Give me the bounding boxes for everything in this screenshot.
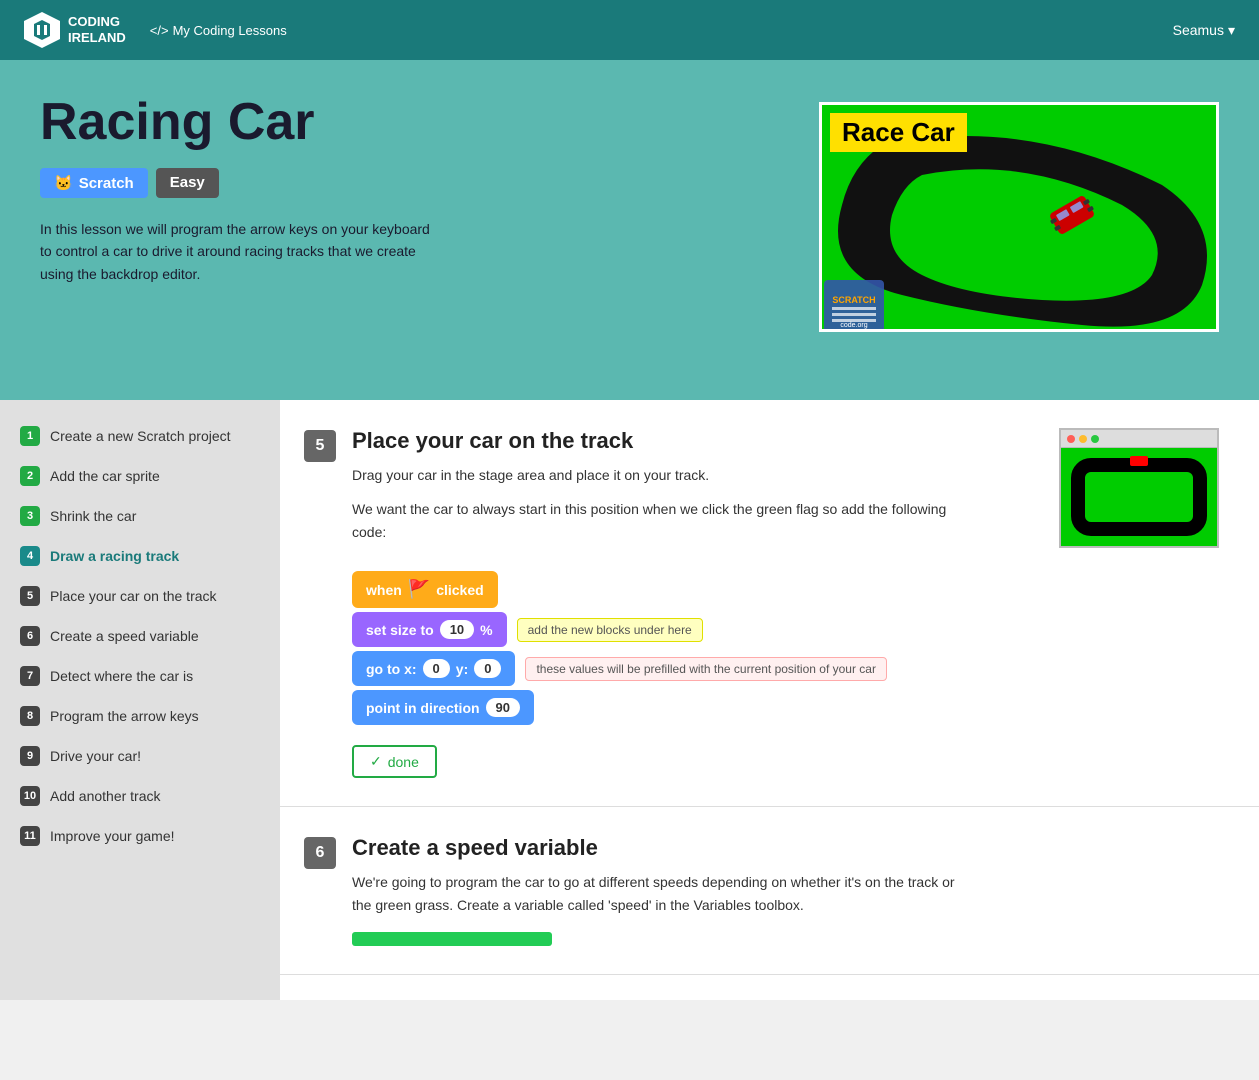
- x-value: 0: [423, 659, 450, 678]
- page-title: Racing Car: [40, 92, 819, 152]
- section6-num: 6: [304, 837, 336, 869]
- sidebar-num-9: 9: [20, 746, 40, 766]
- svg-text:code.org: code.org: [840, 322, 867, 329]
- hero-left: Racing Car 🐱 Scratch Easy In this lesson…: [40, 92, 819, 285]
- section5-text: Place your car on the track Drag your ca…: [352, 428, 972, 555]
- sidebar-item-3[interactable]: 3 Shrink the car: [0, 496, 280, 536]
- sidebar-item-9[interactable]: 9 Drive your car!: [0, 736, 280, 776]
- sidebar-label-11: Improve your game!: [50, 828, 175, 844]
- sidebar-num-6: 6: [20, 626, 40, 646]
- logo-icon: [24, 12, 60, 48]
- section5-title: Place your car on the track: [352, 428, 972, 454]
- hero-description: In this lesson we will program the arrow…: [40, 218, 440, 285]
- annotation-1: add the new blocks under here: [517, 618, 703, 642]
- sidebar-num-3: 3: [20, 506, 40, 526]
- done-label: done: [388, 754, 419, 770]
- y-value: 0: [474, 659, 501, 678]
- main-layout: 1 Create a new Scratch project 2 Add the…: [0, 400, 1259, 1000]
- flag-icon: 🚩: [408, 579, 430, 600]
- block-row-direction: point in direction 90: [352, 690, 1219, 725]
- direction-value: 90: [486, 698, 520, 717]
- user-menu[interactable]: Seamus ▾: [1173, 22, 1235, 39]
- logo-text: CODING IRELAND: [68, 14, 126, 45]
- badges: 🐱 Scratch Easy: [40, 168, 819, 198]
- header: CODING IRELAND </> My Coding Lessons Sea…: [0, 0, 1259, 60]
- content-area: 5 Place your car on the track Drag your …: [280, 400, 1259, 1000]
- section5-desc1: Drag your car in the stage area and plac…: [352, 464, 972, 486]
- sidebar-label-7: Detect where the car is: [50, 668, 193, 684]
- sidebar-item-8[interactable]: 8 Program the arrow keys: [0, 696, 280, 736]
- sidebar-item-7[interactable]: 7 Detect where the car is: [0, 656, 280, 696]
- car-dot: [1130, 456, 1148, 466]
- block-goto: go to x: 0 y: 0: [352, 651, 515, 686]
- size-value: 10: [440, 620, 474, 639]
- sidebar-num-4: 4: [20, 546, 40, 566]
- section5-desc2: We want the car to always start in this …: [352, 498, 972, 543]
- section6-desc: We're going to program the car to go at …: [352, 871, 972, 916]
- easy-badge: Easy: [156, 168, 219, 198]
- sidebar-num-11: 11: [20, 826, 40, 846]
- section5-top: Place your car on the track Drag your ca…: [352, 428, 1219, 555]
- scratch-badge: 🐱 Scratch: [40, 168, 148, 198]
- sidebar-label-5: Place your car on the track: [50, 588, 217, 604]
- header-left: CODING IRELAND </> My Coding Lessons: [24, 12, 287, 48]
- sidebar-num-2: 2: [20, 466, 40, 486]
- sidebar-num-8: 8: [20, 706, 40, 726]
- block-row-when: when 🚩 clicked: [352, 571, 1219, 608]
- section5-image: [1059, 428, 1219, 548]
- block-direction: point in direction 90: [352, 690, 534, 725]
- section6-title: Create a speed variable: [352, 835, 1219, 861]
- sidebar-label-4: Draw a racing track: [50, 548, 179, 564]
- sidebar-item-10[interactable]: 10 Add another track: [0, 776, 280, 816]
- block-row-goto: go to x: 0 y: 0 these values will be pre…: [352, 651, 1219, 686]
- section5-body: Place your car on the track Drag your ca…: [352, 428, 1219, 778]
- hero-section: Racing Car 🐱 Scratch Easy In this lesson…: [0, 60, 1259, 400]
- block-set-size: set size to 10 %: [352, 612, 507, 647]
- sidebar-num-1: 1: [20, 426, 40, 446]
- sidebar-label-1: Create a new Scratch project: [50, 428, 231, 444]
- section6-header: 6 Create a speed variable We're going to…: [304, 835, 1219, 946]
- hero-image-title: Race Car: [830, 113, 967, 152]
- section5-header: 5 Place your car on the track Drag your …: [304, 428, 1219, 778]
- sidebar-label-6: Create a speed variable: [50, 628, 199, 644]
- sidebar-item-6[interactable]: 6 Create a speed variable: [0, 616, 280, 656]
- sidebar-label-2: Add the car sprite: [50, 468, 160, 484]
- sidebar-item-5[interactable]: 5 Place your car on the track: [0, 576, 280, 616]
- block-row-size: set size to 10 % add the new blocks unde…: [352, 612, 1219, 647]
- sidebar-item-1[interactable]: 1 Create a new Scratch project: [0, 416, 280, 456]
- sidebar-item-2[interactable]: 2 Add the car sprite: [0, 456, 280, 496]
- sidebar-label-3: Shrink the car: [50, 508, 136, 524]
- done-check-icon: ✓: [370, 753, 382, 770]
- sidebar-item-11[interactable]: 11 Improve your game!: [0, 816, 280, 856]
- sidebar-label-8: Program the arrow keys: [50, 708, 199, 724]
- lesson-section-6: 6 Create a speed variable We're going to…: [280, 807, 1259, 975]
- sidebar-num-7: 7: [20, 666, 40, 686]
- sidebar: 1 Create a new Scratch project 2 Add the…: [0, 400, 280, 1000]
- done-button[interactable]: ✓ done: [352, 745, 437, 778]
- nav-link[interactable]: </> My Coding Lessons: [150, 23, 287, 38]
- sidebar-item-4[interactable]: 4 Draw a racing track: [0, 536, 280, 576]
- section6-body: Create a speed variable We're going to p…: [352, 835, 1219, 946]
- logo[interactable]: CODING IRELAND: [24, 12, 126, 48]
- sidebar-num-10: 10: [20, 786, 40, 806]
- lesson-section-5: 5 Place your car on the track Drag your …: [280, 400, 1259, 807]
- block-when-clicked: when 🚩 clicked: [352, 571, 498, 608]
- sidebar-num-5: 5: [20, 586, 40, 606]
- section6-bar: [352, 932, 552, 946]
- hero-image: Race Car SCRATCH: [819, 102, 1219, 332]
- track-inner: [1071, 458, 1207, 536]
- svg-text:SCRATCH: SCRATCH: [832, 295, 875, 305]
- sidebar-label-9: Drive your car!: [50, 748, 141, 764]
- code-area: when 🚩 clicked set size to 10 %: [352, 571, 1219, 725]
- sidebar-label-10: Add another track: [50, 788, 161, 804]
- annotation-2: these values will be prefilled with the …: [525, 657, 887, 681]
- section5-num: 5: [304, 430, 336, 462]
